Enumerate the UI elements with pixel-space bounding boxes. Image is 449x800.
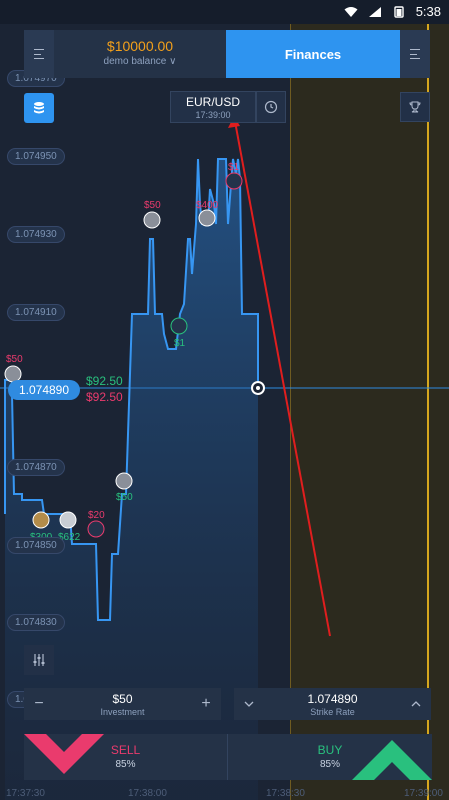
trade-bar: SELL 85% BUY 85% (24, 734, 432, 780)
trade-marker[interactable]: $20 (87, 510, 105, 538)
balance-type: demo balance ∨ (103, 56, 177, 67)
sliders-icon (33, 654, 45, 666)
trade-marker-label: $20 (88, 510, 105, 521)
price-axis-label: 1.074930 (7, 226, 65, 243)
trade-marker[interactable]: $50 (4, 354, 23, 383)
sell-button[interactable]: SELL 85% (24, 734, 228, 780)
investment-label: Investment (100, 707, 145, 717)
profit-up-label: $92.50 (86, 374, 123, 388)
menu-button[interactable] (24, 30, 54, 78)
trade-marker-label: $1 (228, 162, 240, 173)
list-icon (410, 49, 420, 59)
current-price-dot-core (256, 386, 260, 390)
expiry-time: 17:39:00 (195, 110, 231, 120)
investment-increase-button[interactable]: + (191, 688, 221, 720)
menu-icon (34, 49, 44, 59)
time-axis-label: 17:38:00 (128, 788, 167, 799)
price-axis-label: 1.074830 (7, 614, 65, 631)
price-chart: $50 $50 $400 $1 $1 $50 $20 $300 (0, 115, 449, 800)
time-axis-label: 17:37:30 (6, 788, 45, 799)
buy-chevron-icon (352, 740, 432, 780)
strike-down-button[interactable] (234, 688, 264, 720)
trade-marker[interactable]: $50 (143, 200, 161, 229)
investment-decrease-button[interactable]: − (24, 688, 54, 720)
strike-rate-field[interactable]: 1.074890 Strike Rate (264, 692, 401, 717)
side-menu-button[interactable] (400, 30, 430, 78)
buy-button[interactable]: BUY 85% (228, 734, 432, 780)
clock-icon (264, 100, 278, 114)
price-axis-label: 1.074950 (7, 148, 65, 165)
asset-pair: EUR/USD (185, 95, 240, 109)
finances-button[interactable]: Finances (226, 30, 400, 78)
expiry-time-button[interactable] (256, 91, 286, 123)
chart-settings-button[interactable] (24, 645, 54, 675)
balance-selector[interactable]: $10000.00 demo balance ∨ (54, 30, 226, 78)
status-bar: 5:38 (0, 0, 449, 24)
investment-control: − $50 Investment + (24, 688, 221, 720)
balance-amount: $10000.00 (106, 38, 174, 54)
current-price-label: 1.074890 (8, 380, 80, 400)
time-axis: 17:37:30 17:38:00 17:38:30 17:39:00 (0, 788, 449, 800)
strike-up-button[interactable] (401, 688, 431, 720)
time-axis-label: 17:38:30 (266, 788, 305, 799)
investment-value: $50 (112, 692, 133, 706)
battery-icon (393, 5, 404, 18)
trade-marker-label: $50 (116, 492, 133, 503)
database-icon (34, 102, 44, 114)
sell-chevron-icon (24, 734, 104, 774)
tournaments-button[interactable] (400, 92, 430, 122)
trophy-icon (409, 101, 421, 113)
asset-selector[interactable]: EUR/USD 17:39:00 (170, 91, 256, 123)
status-time: 5:38 (415, 4, 441, 19)
strike-rate-control: 1.074890 Strike Rate (234, 688, 431, 720)
trade-marker-label: $400 (196, 200, 219, 211)
trade-marker-label: $50 (144, 200, 161, 211)
chevron-up-icon (411, 701, 421, 707)
strike-rate-label: Strike Rate (310, 706, 355, 717)
profit-down-label: $92.50 (86, 390, 123, 404)
top-bar: $10000.00 demo balance ∨ Finances (24, 30, 430, 78)
signal-icon (368, 6, 381, 17)
price-axis-label: 1.074850 (7, 537, 65, 554)
wifi-icon (344, 6, 358, 17)
strike-rate-value: 1.074890 (307, 691, 358, 706)
investment-field[interactable]: $50 Investment (54, 691, 191, 717)
chart-area[interactable]: $50 $50 $400 $1 $1 $50 $20 $300 (0, 24, 449, 800)
time-axis-label: 17:39:00 (404, 788, 443, 799)
trade-marker-label: $1 (174, 338, 186, 349)
trade-marker-label: $50 (6, 354, 23, 365)
price-axis-label: 1.074870 (7, 459, 65, 476)
chevron-down-icon (244, 701, 254, 707)
price-axis-label: 1.074910 (7, 304, 65, 321)
assets-button[interactable] (24, 93, 54, 123)
